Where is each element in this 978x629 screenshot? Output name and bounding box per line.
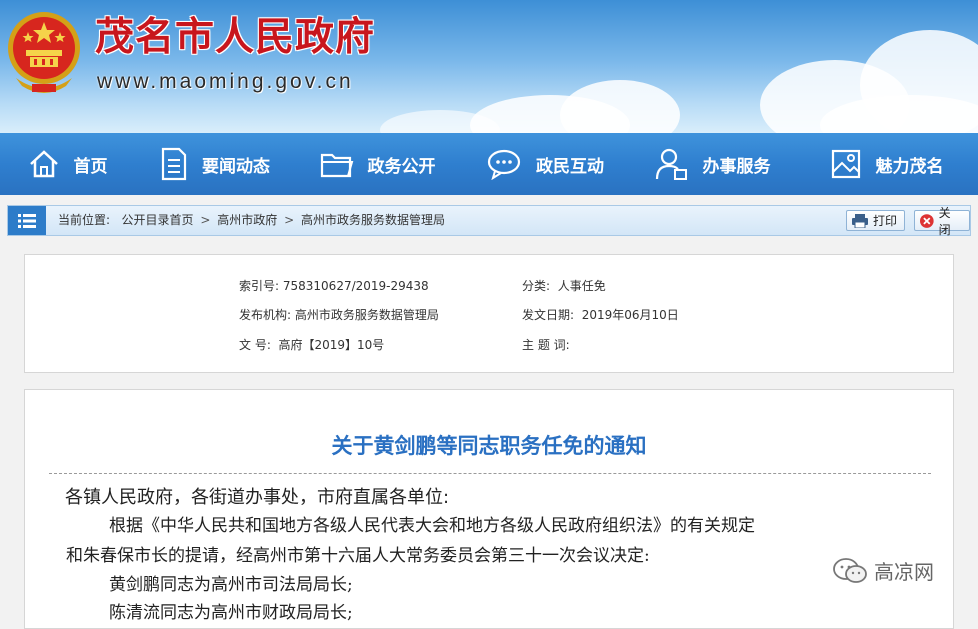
close-icon (920, 213, 934, 228)
nav-item-services[interactable]: 办事服务 (630, 133, 795, 195)
breadcrumb-separator: > (200, 213, 211, 227)
print-button[interactable]: 打印 (846, 210, 906, 231)
article-item: 黄剑鹏同志为高州市司法局局长; (109, 575, 353, 595)
info-label: 发布机构: (239, 308, 292, 322)
list-icon (8, 206, 46, 235)
info-label: 索引号: (239, 279, 280, 293)
nav-label: 要闻动态 (202, 156, 270, 177)
main-nav: 首页 要闻动态 政务公开 政民互动 办事服务 魅力茂名 (0, 133, 978, 195)
title-divider (49, 473, 931, 474)
info-category: 分类: 人事任免 (522, 277, 606, 294)
nav-label: 魅力茂名 (875, 156, 944, 177)
article-paragraph-line: 和朱春保市长的提请，经高州市第十六届人大常务委员会第三十一次会议决定: (66, 546, 650, 566)
national-emblem-icon (8, 12, 80, 93)
cloud-decoration (560, 80, 680, 133)
info-label: 分类: (522, 279, 551, 293)
folder-icon (320, 153, 353, 178)
info-value: 758310627/2019-29438 (282, 279, 429, 293)
article-salutation: 各镇人民政府，各街道办事处，市府直属各单位: (65, 487, 450, 508)
nav-item-home[interactable]: 首页 (0, 133, 135, 195)
info-docno: 文 号: 高府【2019】10号 (239, 336, 384, 353)
info-publisher: 发布机构: 高州市政务服务数据管理局 (239, 306, 439, 323)
article-panel: 关于黄剑鹏等同志职务任免的通知 各镇人民政府，各街道办事处，市府直属各单位: 根… (24, 389, 954, 629)
home-icon (29, 150, 58, 178)
breadcrumb-item-data-bureau[interactable]: 高州市政务服务数据管理局 (301, 213, 445, 227)
close-label: 关闭 (938, 205, 951, 237)
watermark-text: 高凉网 (874, 560, 934, 584)
breadcrumb-item-gaozhou-gov[interactable]: 高州市政府 (217, 213, 277, 227)
info-value: 人事任免 (557, 279, 606, 293)
article-paragraph-line: 根据《中华人民共和国地方各级人民代表大会和地方各级人民政府组织法》的有关规定 (109, 516, 755, 536)
info-date: 发文日期: 2019年06月10日 (522, 306, 679, 323)
nav-label: 政务公开 (367, 156, 436, 177)
breadcrumb-prefix: 当前位置: (58, 213, 111, 227)
info-value: 2019年06月10日 (581, 308, 679, 322)
nav-label: 政民互动 (536, 156, 604, 177)
breadcrumb: 当前位置: 公开目录首页 > 高州市政府 > 高州市政务服务数据管理局 (58, 206, 445, 235)
breadcrumb-item-catalog-home[interactable]: 公开目录首页 (122, 213, 194, 227)
info-label: 发文日期: (522, 308, 575, 322)
document-info-box: 索引号: 758310627/2019-29438 分类: 人事任免 发布机构:… (24, 254, 954, 373)
watermark: 高凉网 (832, 556, 934, 585)
picture-icon (831, 149, 860, 179)
nav-item-charm[interactable]: 魅力茂名 (795, 133, 978, 195)
printer-icon (852, 213, 868, 228)
nav-label: 首页 (73, 156, 108, 177)
wechat-icon (833, 557, 867, 583)
site-title: 茂名市人民政府 (95, 15, 376, 60)
nav-item-gov-affairs[interactable]: 政务公开 (295, 133, 460, 195)
article-title: 关于黄剑鹏等同志职务任免的通知 (331, 434, 647, 458)
nav-item-interaction[interactable]: 政民互动 (460, 133, 630, 195)
breadcrumb-separator: > (284, 213, 295, 227)
info-label: 文 号: (239, 338, 271, 352)
nav-label: 办事服务 (702, 156, 771, 177)
print-label: 打印 (873, 214, 898, 228)
chat-icon (487, 149, 521, 180)
info-value: 高州市政务服务数据管理局 (294, 308, 439, 322)
site-url: www.maoming.gov.cn (97, 70, 354, 93)
breadcrumb-bar: 当前位置: 公开目录首页 > 高州市政府 > 高州市政务服务数据管理局 打印 关… (7, 205, 971, 237)
info-index: 索引号: 758310627/2019-29438 (239, 277, 429, 294)
document-icon (161, 147, 187, 181)
info-value: 高府【2019】10号 (278, 338, 385, 352)
article-item: 陈清流同志为高州市财政局局长; (109, 603, 353, 623)
close-button[interactable]: 关闭 (914, 206, 970, 237)
site-header: 茂名市人民政府 www.maoming.gov.cn (0, 0, 978, 133)
info-subject: 主 题 词: (522, 336, 570, 353)
info-label: 主 题 词: (522, 338, 570, 352)
user-service-icon (655, 148, 687, 180)
nav-item-news[interactable]: 要闻动态 (135, 133, 295, 195)
